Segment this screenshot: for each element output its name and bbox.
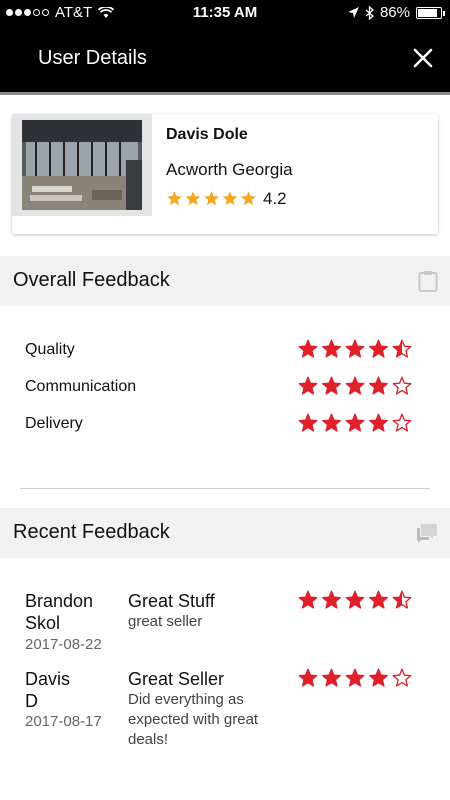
star-icon bbox=[167, 191, 182, 206]
star-icon bbox=[322, 590, 341, 609]
close-icon[interactable] bbox=[408, 43, 438, 73]
star-icon bbox=[185, 191, 201, 206]
review-stars bbox=[298, 668, 412, 688]
feedback-stars bbox=[298, 376, 412, 396]
star-icon bbox=[345, 339, 365, 358]
feedback-row-communication: Communication bbox=[25, 376, 415, 400]
location-arrow-icon bbox=[347, 7, 359, 18]
user-location: Acworth Georgia bbox=[166, 160, 293, 179]
user-rating-score: 4.2 bbox=[263, 189, 287, 208]
star-icon bbox=[298, 376, 318, 395]
battery-icon bbox=[416, 6, 445, 19]
feedback-label: Quality bbox=[25, 341, 75, 358]
header-divider bbox=[0, 92, 450, 95]
battery-percent: 86% bbox=[379, 4, 410, 21]
review-title: Great Stuff bbox=[128, 591, 215, 611]
status-bar: AT&T 11:35 AM 86% bbox=[0, 0, 450, 26]
feedback-row-quality: Quality bbox=[25, 339, 415, 363]
star-icon bbox=[298, 668, 318, 687]
feedback-label: Delivery bbox=[25, 415, 83, 432]
feedback-stars bbox=[298, 413, 412, 433]
review-date: 2017-08-22 bbox=[25, 636, 102, 653]
star-icon bbox=[392, 413, 412, 432]
bluetooth-icon bbox=[365, 5, 374, 20]
user-rating: 4.2 bbox=[166, 189, 287, 209]
star-icon bbox=[392, 590, 412, 609]
reviewer-name: Brandon Skol bbox=[25, 591, 94, 633]
star-icon bbox=[392, 376, 412, 395]
star-icon bbox=[345, 413, 365, 432]
star-icon bbox=[322, 668, 341, 687]
star-icon bbox=[369, 339, 388, 358]
star-icon bbox=[298, 339, 318, 358]
star-icon bbox=[204, 191, 219, 206]
user-rating-stars bbox=[166, 190, 257, 208]
star-icon bbox=[322, 376, 341, 395]
star-icon bbox=[345, 590, 365, 609]
recent-feedback-header: Recent Feedback bbox=[0, 508, 450, 558]
feedback-row-delivery: Delivery bbox=[25, 413, 415, 437]
star-icon bbox=[322, 413, 341, 432]
recent-feedback-title: Recent Feedback bbox=[13, 521, 170, 543]
star-icon bbox=[322, 339, 341, 358]
review-body: great seller bbox=[128, 613, 203, 630]
star-icon bbox=[369, 413, 388, 432]
page-title: User Details bbox=[38, 47, 147, 69]
feedback-stars bbox=[298, 339, 412, 359]
star-icon bbox=[241, 191, 256, 206]
star-icon bbox=[298, 413, 318, 432]
feedback-label: Communication bbox=[25, 378, 137, 395]
chat-icon[interactable] bbox=[416, 522, 438, 544]
review-body: Did everything as expected with great de… bbox=[128, 691, 259, 748]
star-icon bbox=[392, 668, 412, 687]
user-card: Davis Dole Acworth Georgia 4.2 bbox=[12, 114, 438, 234]
app-header: User Details bbox=[0, 26, 450, 92]
overall-feedback-header: Overall Feedback bbox=[0, 256, 450, 306]
user-name: Davis Dole bbox=[166, 126, 248, 143]
review-item: Brandon Skol 2017-08-22 Great Stuff grea… bbox=[25, 590, 425, 656]
star-icon bbox=[392, 339, 412, 358]
star-icon bbox=[222, 191, 238, 206]
review-date: 2017-08-17 bbox=[25, 713, 102, 730]
reviewer-name: Davis D bbox=[25, 669, 71, 711]
section-divider bbox=[20, 488, 430, 489]
review-item: Davis D 2017-08-17 Great Seller Did ever… bbox=[25, 668, 425, 758]
battery-fill bbox=[418, 8, 437, 17]
star-icon bbox=[369, 376, 388, 395]
review-stars bbox=[298, 590, 412, 610]
star-icon bbox=[369, 590, 388, 609]
user-photo bbox=[12, 114, 152, 216]
overall-feedback-title: Overall Feedback bbox=[13, 269, 170, 291]
clipboard-icon[interactable] bbox=[418, 270, 438, 292]
review-title: Great Seller bbox=[128, 669, 225, 689]
star-icon bbox=[345, 376, 365, 395]
star-icon bbox=[345, 668, 365, 687]
star-icon bbox=[369, 668, 388, 687]
star-icon bbox=[298, 590, 318, 609]
